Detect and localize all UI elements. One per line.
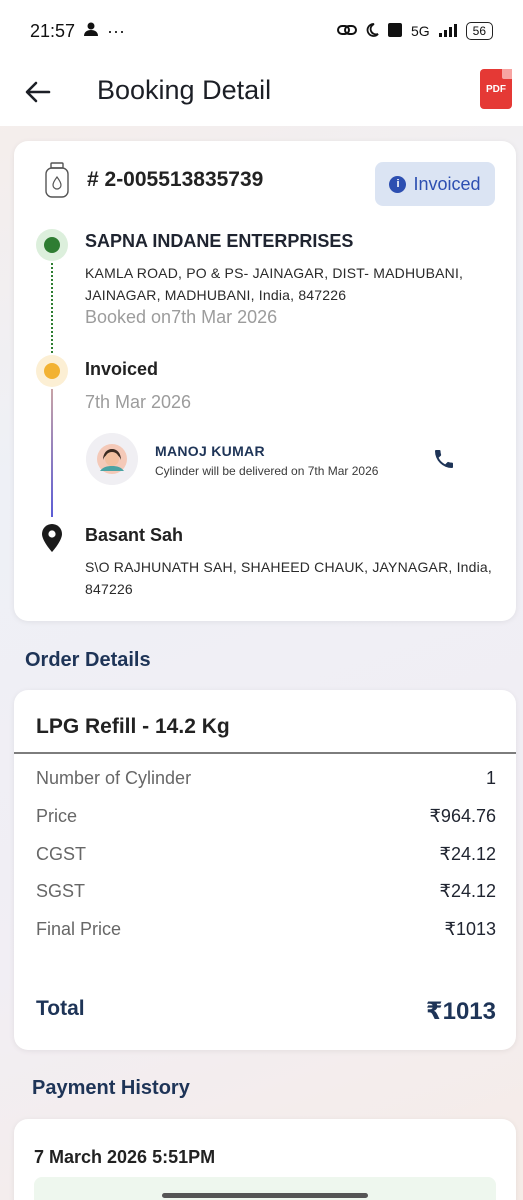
moon-icon: [365, 22, 379, 40]
invoiced-label: Invoiced: [85, 359, 159, 379]
order-row-price: Price ₹964.76: [36, 806, 496, 827]
product-name: LPG Refill - 14.2 Kg: [36, 715, 230, 738]
row-value: ₹24.12: [439, 844, 497, 864]
row-label: Number of Cylinder: [36, 768, 192, 788]
pdf-download-icon[interactable]: PDF: [480, 69, 512, 109]
more-notifications-icon: ···: [107, 20, 126, 41]
order-number: # 2-005513835739: [87, 168, 264, 191]
order-total-row: Total ₹1013: [36, 997, 496, 1026]
status-bar: 21:57 ··· 5G 56: [0, 0, 523, 62]
delivery-agent-avatar: [86, 433, 138, 485]
delivery-note: Cylinder will be delivered on 7th Mar 20…: [155, 464, 379, 478]
status-time: 21:57: [30, 20, 76, 41]
order-row-final-price: Final Price ₹1013: [36, 919, 496, 940]
row-label: Final Price: [36, 919, 122, 939]
row-value: ₹964.76: [429, 806, 496, 826]
status-badge: i Invoiced: [375, 162, 495, 206]
row-value: 1: [485, 768, 496, 788]
order-row-cylinders: Number of Cylinder 1: [36, 768, 496, 789]
row-label: Price: [36, 806, 78, 826]
row-label: CGST: [36, 844, 87, 864]
volte-icon: [387, 22, 403, 41]
row-value: ₹1013: [444, 919, 497, 939]
distributor-address: KAMLA ROAD, PO & PS- JAINAGAR, DIST- MAD…: [85, 265, 464, 303]
timeline-dot-booked: [36, 229, 68, 261]
customer-name: Basant Sah: [85, 525, 184, 545]
home-indicator[interactable]: [162, 1193, 368, 1198]
booked-on-date: Booked on7th Mar 2026: [85, 307, 278, 327]
profile-icon: [83, 21, 99, 42]
customer-address: S\O RAJHUNATH SAH, SHAHEED CHAUK, JAYNAG…: [85, 559, 493, 597]
delivery-agent-name: MANOJ KUMAR: [155, 443, 265, 459]
back-arrow-icon[interactable]: [22, 76, 54, 108]
timeline-connector: [51, 263, 53, 353]
order-row-sgst: SGST ₹24.12: [36, 881, 496, 902]
info-icon: i: [389, 175, 407, 193]
timeline-connector: [51, 389, 53, 517]
payment-datetime: 7 March 2026 5:51PM: [34, 1147, 216, 1167]
signal-icon: [438, 23, 458, 40]
total-value: ₹1013: [425, 998, 496, 1025]
link-icon: [336, 23, 357, 40]
distributor-name: SAPNA INDANE ENTERPRISES: [85, 231, 354, 251]
network-label: 5G: [410, 23, 430, 39]
row-value: ₹24.12: [439, 881, 497, 901]
payment-history-title: Payment History: [32, 1077, 190, 1099]
gas-cylinder-icon: [44, 162, 70, 200]
invoiced-date: 7th Mar 2026: [85, 392, 192, 412]
battery-icon: 56: [465, 22, 493, 40]
status-badge-label: Invoiced: [413, 173, 481, 194]
payment-history-card: 7 March 2026 5:51PM: [14, 1119, 516, 1200]
order-details-title: Order Details: [25, 649, 151, 671]
order-row-cgst: CGST ₹24.12: [36, 844, 496, 865]
order-details-card: LPG Refill - 14.2 Kg Number of Cylinder …: [14, 690, 516, 1050]
row-label: SGST: [36, 881, 86, 901]
total-label: Total: [36, 997, 85, 1020]
page-title: Booking Detail: [97, 75, 272, 105]
location-pin-icon: [40, 523, 64, 553]
timeline-dot-invoiced: [36, 355, 68, 387]
booking-card: # 2-005513835739 i Invoiced SAPNA INDANE…: [14, 141, 516, 621]
app-bar: Booking Detail PDF: [0, 62, 523, 126]
divider: [14, 752, 516, 754]
phone-call-icon[interactable]: [432, 447, 456, 471]
